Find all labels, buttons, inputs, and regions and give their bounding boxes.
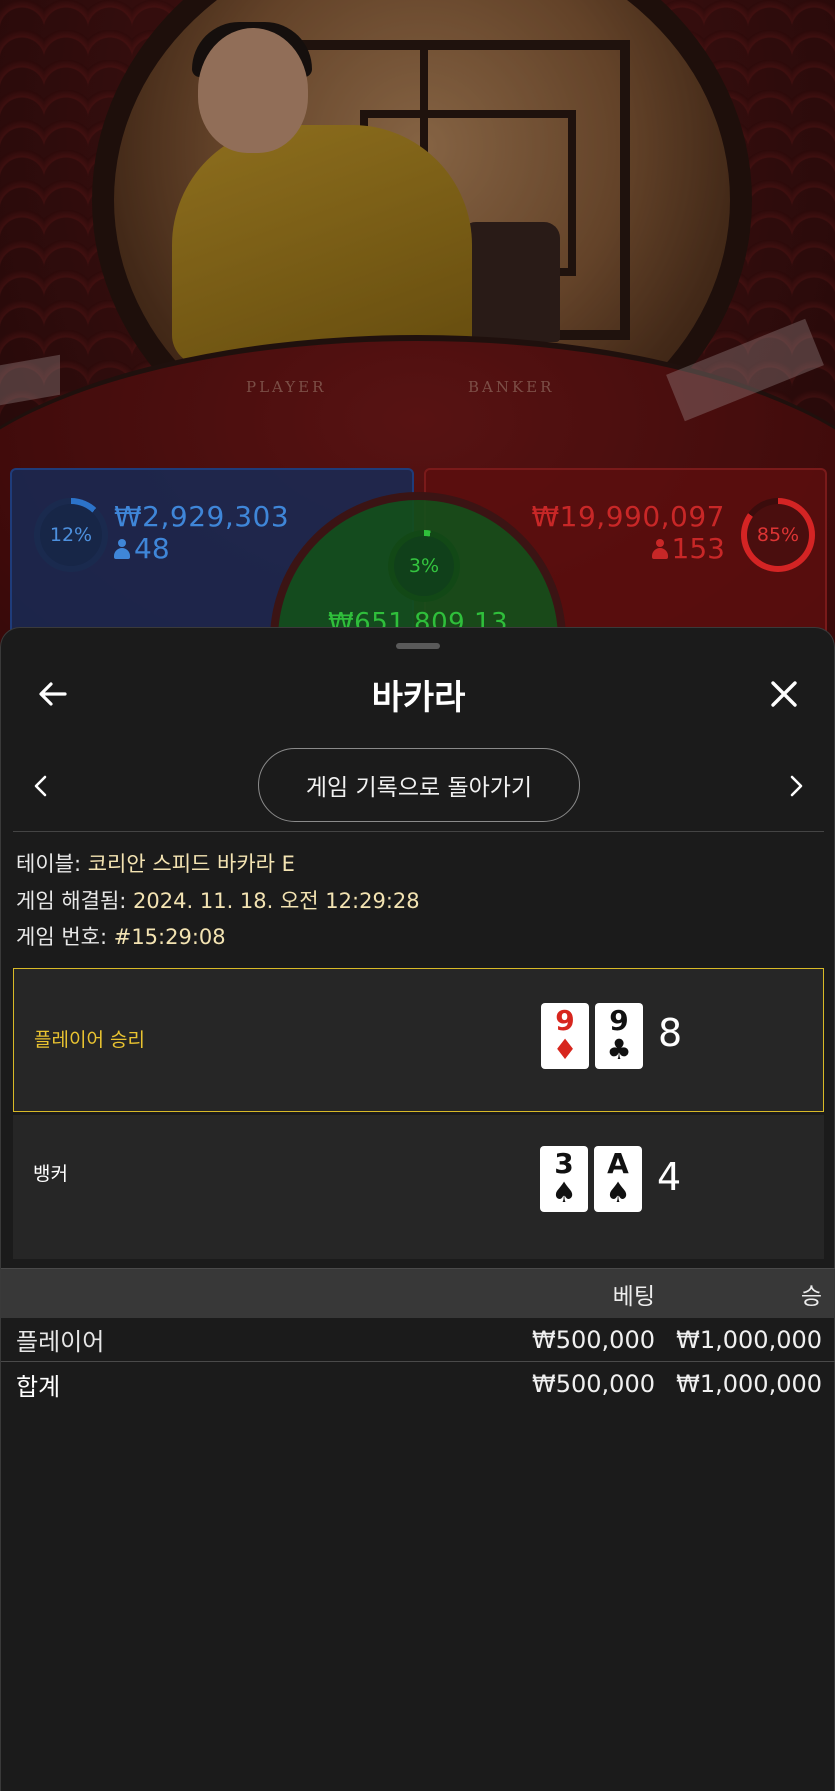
sheet-grabber[interactable] bbox=[396, 643, 440, 649]
banker-bet-amount: ₩19,990,097 bbox=[531, 500, 725, 533]
banker-score: 4 bbox=[657, 1155, 682, 1199]
playing-card: 9 ♣ bbox=[595, 1003, 643, 1069]
person-icon bbox=[651, 538, 668, 559]
history-nav-row: 게임 기록으로 돌아가기 bbox=[1, 748, 835, 824]
next-game-button[interactable] bbox=[776, 766, 816, 806]
game-number-label: 게임 번호: bbox=[16, 925, 108, 949]
table-info-value: 코리안 스피드 바카라 E bbox=[87, 852, 295, 876]
card-rank: A bbox=[607, 1147, 629, 1180]
player-percent-ring: 12% bbox=[34, 498, 108, 572]
banker-result-label: 뱅커 bbox=[33, 1163, 68, 1185]
banker-result-row: 뱅커 3 ♠ A ♠ 4 bbox=[13, 1115, 824, 1259]
banker-count-value: 153 bbox=[671, 532, 725, 565]
card-rank: 9 bbox=[555, 1004, 575, 1037]
resolved-info: 게임 해결됨: 2024. 11. 18. 오전 12:29:28 bbox=[16, 885, 420, 915]
playing-card: 3 ♠ bbox=[540, 1146, 588, 1212]
header-win: 승 bbox=[800, 1283, 822, 1310]
tie-percent-ring: 3% bbox=[388, 530, 460, 602]
row-win-amount: ₩1,000,000 bbox=[676, 1325, 822, 1354]
diamond-suit-icon: ♦ bbox=[552, 1033, 578, 1066]
previous-game-button[interactable] bbox=[21, 766, 61, 806]
player-count-value: 48 bbox=[134, 532, 170, 565]
spade-suit-icon: ♠ bbox=[605, 1176, 631, 1209]
spade-suit-icon: ♠ bbox=[551, 1176, 577, 1209]
club-suit-icon: ♣ bbox=[606, 1033, 632, 1066]
table-info: 테이블: 코리안 스피드 바카라 E bbox=[16, 848, 295, 878]
resolved-info-value: 2024. 11. 18. 오전 12:29:28 bbox=[133, 889, 420, 913]
banker-bettor-count: 153 bbox=[651, 532, 725, 565]
player-percent: 12% bbox=[49, 524, 93, 546]
table-header: 베팅 승 bbox=[1, 1268, 835, 1318]
total-bet-amount: ₩500,000 bbox=[532, 1370, 655, 1398]
bet-summary-table: 베팅 승 플레이어 ₩500,000 ₩1,000,000 합계 ₩500,00… bbox=[1, 1268, 835, 1406]
player-bet-amount: ₩2,929,303 bbox=[114, 500, 290, 533]
banker-percent: 85% bbox=[756, 524, 800, 546]
close-button[interactable] bbox=[762, 672, 806, 716]
card-rank: 9 bbox=[609, 1004, 629, 1037]
back-to-history-button[interactable]: 게임 기록으로 돌아가기 bbox=[258, 748, 580, 822]
row-bet-amount: ₩500,000 bbox=[532, 1325, 655, 1354]
sheet-header: 바카라 bbox=[1, 658, 835, 728]
header-bet: 베팅 bbox=[612, 1283, 655, 1310]
game-history-sheet: 바카라 게임 기록으로 돌아가기 테이블: 코리안 스피드 바카라 E 게임 해… bbox=[0, 627, 835, 1791]
table-row: 플레이어 ₩500,000 ₩1,000,000 bbox=[1, 1318, 835, 1362]
banker-percent-ring: 85% bbox=[741, 498, 815, 572]
total-win-amount: ₩1,000,000 bbox=[676, 1370, 822, 1398]
game-number-info: 게임 번호: #15:29:08 bbox=[16, 921, 226, 951]
tie-percent: 3% bbox=[408, 555, 440, 577]
person-icon bbox=[114, 538, 130, 559]
table-info-label: 테이블: bbox=[16, 852, 82, 876]
close-icon bbox=[771, 681, 797, 707]
resolved-info-label: 게임 해결됨: bbox=[16, 889, 127, 913]
playing-card: 9 ♦ bbox=[541, 1003, 589, 1069]
total-label: 합계 bbox=[16, 1372, 61, 1401]
sheet-title: 바카라 bbox=[371, 678, 466, 718]
player-result-label: 플레이어 승리 bbox=[34, 1029, 145, 1051]
table-total-row: 합계 ₩500,000 ₩1,000,000 bbox=[1, 1362, 835, 1406]
player-score: 8 bbox=[658, 1011, 683, 1055]
player-result-row: 플레이어 승리 9 ♦ 9 ♣ 8 bbox=[13, 968, 824, 1112]
playing-card: A ♠ bbox=[594, 1146, 642, 1212]
row-bet-name: 플레이어 bbox=[16, 1328, 105, 1356]
game-number-value: #15:29:08 bbox=[113, 925, 226, 949]
chevron-left-icon bbox=[34, 775, 47, 797]
player-bettor-count: 48 bbox=[114, 532, 170, 565]
divider bbox=[13, 831, 824, 832]
chevron-right-icon bbox=[790, 775, 803, 797]
card-rank: 3 bbox=[554, 1147, 574, 1180]
